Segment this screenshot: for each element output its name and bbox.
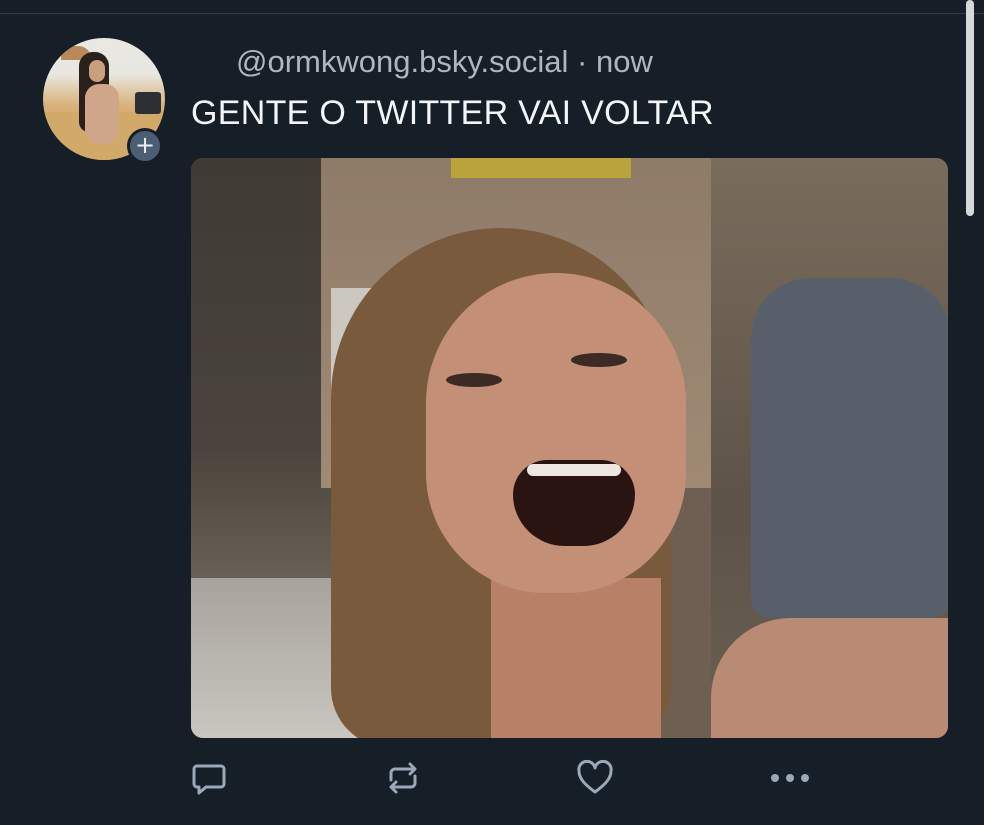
image-bg-person xyxy=(751,278,948,618)
avatar-body xyxy=(85,84,119,144)
post-text: GENTE O TWITTER VAI VOLTAR xyxy=(191,94,714,132)
post-actions xyxy=(0,756,984,800)
avatar-chair xyxy=(135,92,161,114)
follow-plus-button[interactable]: + xyxy=(127,128,163,164)
scrollbar-thumb[interactable] xyxy=(966,0,974,216)
reply-button[interactable] xyxy=(187,756,231,800)
speech-bubble-icon xyxy=(192,764,226,795)
repost-button[interactable] xyxy=(381,756,425,800)
post-meta: @ormkwong.bsky.social · now xyxy=(236,44,653,80)
image-teeth xyxy=(527,464,621,476)
post-image[interactable] xyxy=(191,158,948,738)
meta-separator: · xyxy=(577,44,588,79)
image-eye-left xyxy=(446,373,502,387)
image-bg-sign xyxy=(451,158,631,178)
more-button[interactable] xyxy=(768,756,812,800)
image-shoulder xyxy=(711,618,948,738)
heart-icon xyxy=(577,759,613,794)
like-button[interactable] xyxy=(573,756,617,800)
ellipsis-icon xyxy=(771,774,809,782)
post-time[interactable]: now xyxy=(596,44,653,79)
author-handle[interactable]: @ormkwong.bsky.social xyxy=(236,44,568,79)
avatar-face xyxy=(89,60,105,82)
avatar-container[interactable]: + xyxy=(43,38,167,164)
image-neck xyxy=(491,578,661,738)
repost-arrows-icon xyxy=(389,762,417,794)
top-divider xyxy=(0,13,984,14)
image-eye-right xyxy=(571,353,627,367)
